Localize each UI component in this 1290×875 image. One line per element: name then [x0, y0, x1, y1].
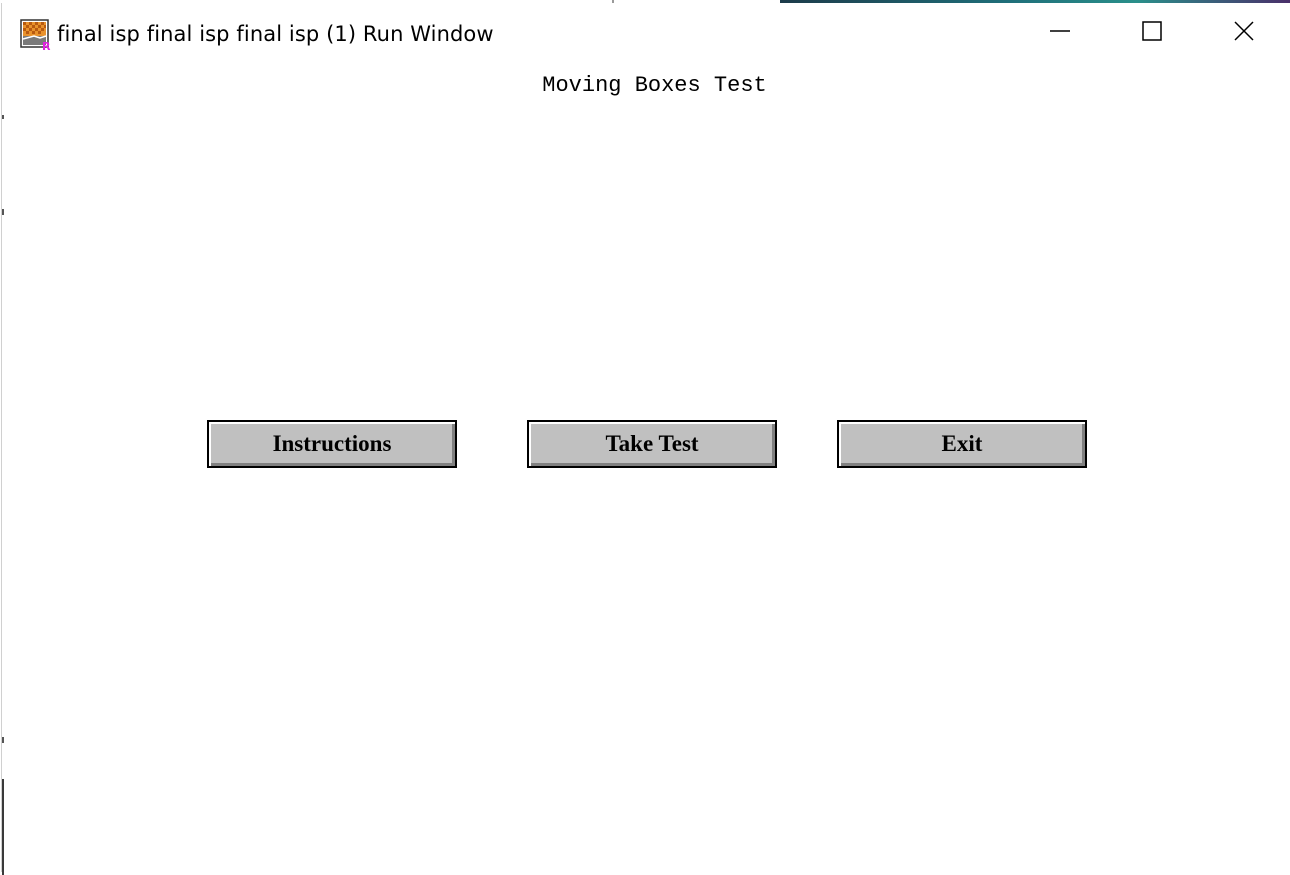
close-button[interactable] [1198, 3, 1290, 63]
window-title: final isp final isp final isp (1) Run Wi… [57, 22, 494, 46]
take-test-button[interactable]: Take Test [527, 420, 777, 468]
minimize-button[interactable] [1014, 3, 1106, 63]
minimize-icon [1049, 20, 1071, 47]
title-bar[interactable]: R final isp final isp final isp (1) Run … [2, 3, 1290, 63]
maximize-icon [1141, 20, 1163, 47]
run-window-app-icon[interactable]: R [20, 19, 52, 53]
maximize-button[interactable] [1106, 3, 1198, 63]
page-title: Moving Boxes Test [542, 73, 767, 98]
instructions-button[interactable]: Instructions [207, 420, 457, 468]
exit-button[interactable]: Exit [837, 420, 1087, 468]
svg-text:R: R [42, 40, 51, 51]
run-window-canvas: Moving Boxes Test Instructions Take Test… [2, 63, 1290, 872]
close-icon [1233, 20, 1255, 47]
run-window: R final isp final isp final isp (1) Run … [1, 3, 1290, 875]
